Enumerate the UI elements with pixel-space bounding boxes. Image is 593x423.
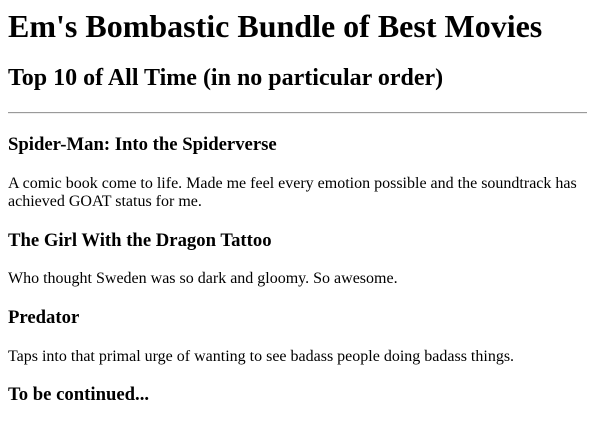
page-title: Em's Bombastic Bundle of Best Movies: [8, 8, 543, 44]
movie-description-girl-with-dragon-tattoo: Who thought Sweden was so dark and gloom…: [8, 270, 398, 287]
movie-description-predator: Taps into that primal urge of wanting to…: [8, 348, 515, 365]
movie-title-spider-man: Spider-Man: Into the Spiderverse: [8, 134, 277, 155]
to-be-continued-heading: To be continued...: [8, 384, 150, 405]
page-subtitle: Top 10 of All Time (in no particular ord…: [8, 65, 444, 91]
movie-title-predator: Predator: [8, 307, 80, 328]
movie-title-girl-with-dragon-tattoo: The Girl With the Dragon Tattoo: [8, 230, 272, 251]
movie-description-spider-man: A comic book come to life. Made me feel …: [8, 175, 577, 210]
divider: [8, 112, 587, 114]
